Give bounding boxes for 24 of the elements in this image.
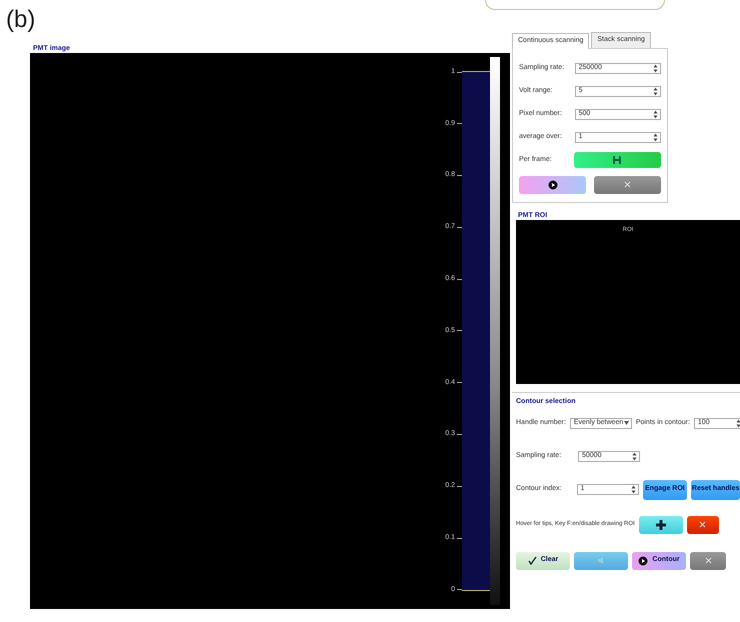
plus-icon	[656, 520, 666, 530]
start-button[interactable]	[519, 176, 586, 194]
spin-arrows-icon[interactable]	[653, 132, 658, 142]
add-button[interactable]	[638, 516, 683, 534]
figure-label: (b)	[5, 5, 36, 32]
speaker-icon	[596, 556, 606, 565]
spin-arrows-icon[interactable]	[632, 452, 637, 460]
play-icon	[548, 180, 558, 190]
play-icon	[638, 556, 648, 566]
save-button[interactable]	[574, 152, 661, 168]
spin-arrows-icon[interactable]	[653, 64, 658, 72]
caret-icon	[624, 421, 629, 425]
stop-button[interactable]	[690, 552, 726, 570]
spin-arrows-icon[interactable]	[630, 485, 636, 494]
stop-button[interactable]	[594, 176, 661, 194]
save-icon	[612, 155, 622, 165]
spin-arrows-icon[interactable]	[736, 418, 740, 428]
spin-arrows-icon[interactable]	[653, 110, 658, 118]
close-icon	[624, 181, 631, 188]
cancel-button[interactable]	[686, 516, 719, 534]
close-icon	[704, 557, 712, 564]
spin-arrows-icon[interactable]	[653, 86, 658, 96]
close-icon	[699, 521, 706, 528]
check-icon	[528, 556, 537, 565]
